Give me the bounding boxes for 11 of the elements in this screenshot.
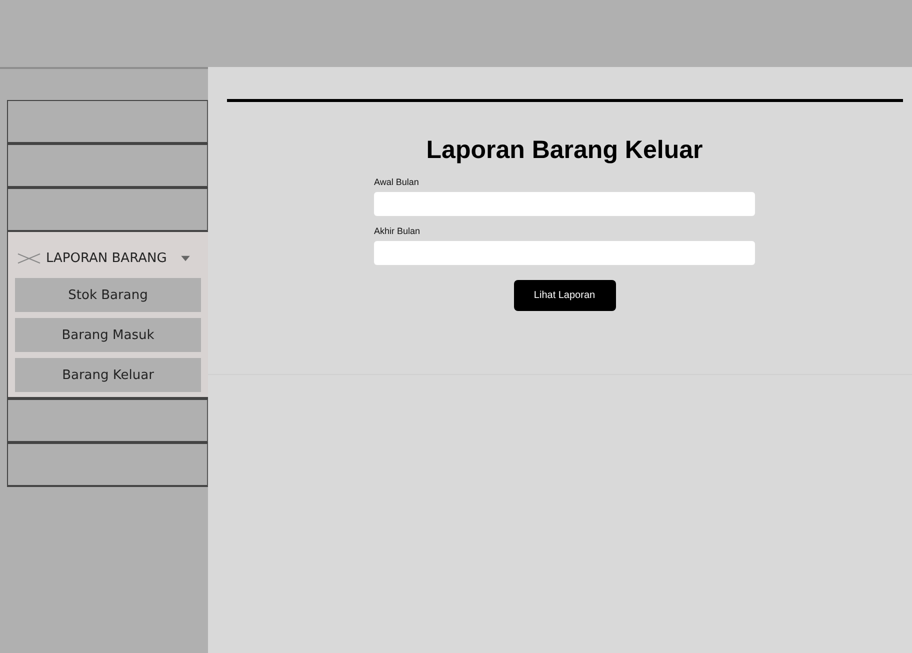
input-field[interactable] <box>374 192 755 216</box>
cross-icon <box>17 252 41 264</box>
field-label: Awal Bulan <box>374 177 420 187</box>
page-title: Laporan Barang Keluar <box>425 136 704 165</box>
submenu-item[interactable]: Stok Barang <box>15 278 201 312</box>
view-report-button[interactable]: Lihat Laporan <box>514 280 616 311</box>
input-field[interactable] <box>374 241 755 265</box>
submenu-item[interactable]: Barang Masuk <box>15 318 201 352</box>
submenu-item[interactable]: Barang Keluar <box>15 358 201 392</box>
sidebar-group-header[interactable]: LAPORAN BARANG <box>15 244 201 272</box>
field-label: Akhir Bulan <box>374 226 422 236</box>
